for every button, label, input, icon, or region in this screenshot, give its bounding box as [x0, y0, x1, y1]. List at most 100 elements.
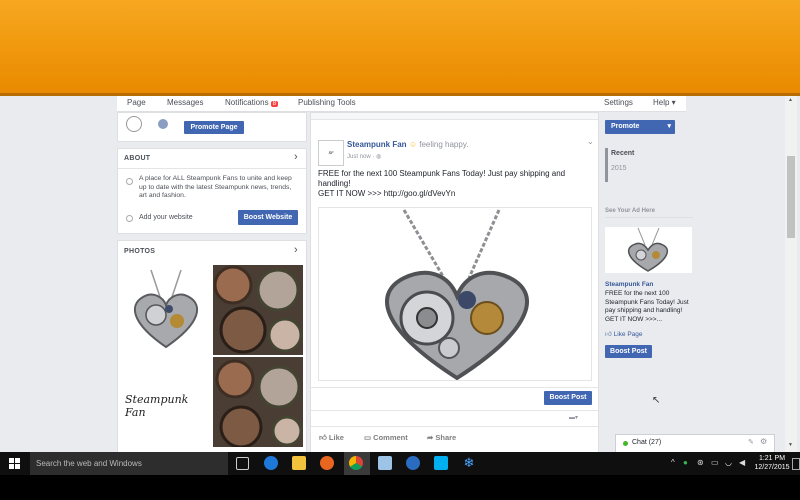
taskbar-clock[interactable]: 1:21 PM 12/27/2015 — [754, 454, 790, 472]
photos-card: PHOTOS › Steampunk Fan — [117, 240, 307, 452]
ad-boost-post-button[interactable]: Boost Post — [605, 345, 652, 358]
comment-label: Comment — [373, 433, 408, 442]
about-description: A place for ALL Steampunk Fans to unite … — [139, 175, 292, 199]
like-page-link[interactable]: 👍︎ Like Page — [605, 330, 643, 338]
post-text-line2: GET IT NOW >>> http://goo.gl/dVevYn — [318, 189, 456, 198]
edge-browser-icon[interactable] — [264, 456, 278, 470]
tray-chevron-up-icon[interactable]: ^ — [671, 458, 675, 467]
file-explorer-icon[interactable] — [292, 456, 306, 470]
avatar — [126, 116, 142, 132]
chrome-icon[interactable] — [349, 456, 363, 470]
snowflake-icon[interactable]: ❄ — [462, 456, 476, 470]
notepad-icon[interactable] — [378, 456, 392, 470]
heart-pendant-image — [133, 269, 199, 349]
photo-logo[interactable]: Steampunk Fan — [121, 357, 211, 447]
scroll-up-arrow-icon[interactable]: ▲ — [788, 97, 793, 103]
like-action[interactable]: 👍︎ Like — [319, 433, 344, 443]
clock-date: 12/27/2015 — [754, 464, 790, 471]
notification-center-icon[interactable] — [792, 458, 800, 470]
share-label: Share — [435, 433, 457, 442]
gears-image — [213, 265, 303, 354]
nav-publishing-tools[interactable]: Publishing Tools — [298, 98, 356, 107]
online-dot-icon — [623, 441, 628, 446]
ad-page-name[interactable]: Steampunk Fan — [605, 281, 653, 288]
share-action[interactable]: ➦ Share — [427, 433, 456, 442]
globe-icon: ◍ — [376, 154, 382, 160]
timeline-marker — [605, 148, 608, 182]
chevron-down-icon: ▾ — [667, 123, 671, 130]
photo-gears[interactable] — [213, 265, 303, 355]
tray-app-icon[interactable]: ● — [683, 458, 688, 467]
promote-label: Promote — [611, 123, 640, 130]
notification-badge: 8 — [270, 101, 278, 107]
app-icon[interactable] — [406, 456, 420, 470]
facebook-page: Page Messages Notifications 8 Publishing … — [0, 96, 800, 452]
reactions-selector[interactable]: ▬▾ — [569, 414, 578, 421]
ad-image[interactable] — [605, 227, 692, 273]
chevron-right-icon[interactable]: › — [294, 244, 298, 256]
nav-notifications-label: Notifications — [225, 98, 269, 107]
about-heading: ABOUT — [124, 155, 151, 162]
about-card: ABOUT › A place for ALL Steampunk Fans t… — [117, 148, 307, 234]
page-avatar[interactable]: SF — [318, 140, 344, 166]
nav-notifications[interactable]: Notifications 8 — [225, 98, 278, 107]
task-view-icon[interactable] — [236, 457, 249, 470]
info-icon — [126, 178, 133, 185]
divider — [605, 217, 693, 218]
divider — [118, 168, 306, 169]
logo-text: Steampunk Fan — [125, 393, 189, 419]
scrollbar-thumb[interactable] — [787, 156, 795, 238]
promote-card: Promote Page — [117, 112, 307, 142]
photo-heart-pendant[interactable] — [121, 265, 211, 355]
promote-page-button[interactable]: Promote Page — [184, 121, 244, 134]
firefox-icon[interactable] — [320, 456, 334, 470]
taskbar-search-box[interactable]: Search the web and Windows — [30, 452, 228, 475]
thumbs-up-icon: 👍︎ — [605, 331, 614, 338]
boost-post-button[interactable]: Boost Post — [544, 391, 592, 405]
scrollbar[interactable]: ▲ ▼ — [785, 96, 797, 452]
heart-pendant-image — [385, 209, 529, 381]
post-page-name[interactable]: Steampunk Fan — [347, 140, 407, 149]
chevron-right-icon[interactable]: › — [294, 151, 298, 163]
like-icon: 👍︎ — [319, 433, 329, 442]
compose-icon[interactable]: ✎ — [748, 438, 754, 446]
boost-website-button[interactable]: Boost Website — [238, 210, 298, 225]
battery-icon[interactable]: ▭ — [711, 458, 719, 467]
wifi-icon[interactable]: ◡ — [725, 458, 732, 467]
smiley-icon: ☺ — [408, 140, 417, 149]
chat-label: Chat (27) — [632, 439, 662, 446]
chevron-down-icon[interactable]: ⌄ — [587, 137, 594, 146]
clock-time: 1:21 PM — [758, 455, 786, 462]
photos-heading: PHOTOS — [124, 248, 156, 255]
gear-icon[interactable]: ⚙ — [760, 437, 767, 446]
post-text: FREE for the next 100 Steampunk Fans Tod… — [318, 169, 593, 199]
volume-icon[interactable]: ◀ — [739, 458, 745, 467]
nav-messages[interactable]: Messages — [167, 98, 203, 107]
person-icon — [158, 119, 168, 129]
post-image[interactable] — [318, 207, 592, 381]
nav-page[interactable]: Page — [127, 98, 146, 107]
promote-button[interactable]: Promote ▾ — [605, 120, 675, 134]
nav-help[interactable]: Help ▾ — [653, 98, 676, 107]
post-text-line1: FREE for the next 100 Steampunk Fans Tod… — [318, 169, 566, 188]
nav-settings[interactable]: Settings — [604, 98, 633, 107]
photo-gears-2[interactable] — [213, 357, 303, 449]
chat-bar[interactable]: Chat (27) ✎ ⚙ — [615, 434, 775, 452]
page-nav-bar: Page Messages Notifications 8 Publishing … — [117, 96, 686, 112]
skype-icon[interactable] — [434, 456, 448, 470]
post-timestamp: Just now · ◍ — [347, 153, 381, 160]
post-header: Steampunk Fan ☺ feeling happy. — [347, 140, 468, 149]
scroll-down-arrow-icon[interactable]: ▼ — [788, 442, 793, 448]
tray-app-icon-2[interactable]: ⊛ — [697, 458, 704, 467]
divider — [311, 410, 598, 411]
comment-action[interactable]: ▭ Comment — [364, 433, 408, 442]
heart-pendant-image — [627, 227, 669, 272]
add-website-link[interactable]: Add your website — [139, 213, 193, 222]
windows-start-icon[interactable] — [9, 458, 21, 470]
divider — [311, 387, 598, 388]
post-time-text: Just now · — [347, 154, 377, 160]
year-link[interactable]: 2015 — [611, 165, 627, 172]
orange-banner — [0, 0, 800, 93]
recent-link[interactable]: Recent — [611, 150, 634, 157]
globe-icon — [126, 215, 133, 222]
